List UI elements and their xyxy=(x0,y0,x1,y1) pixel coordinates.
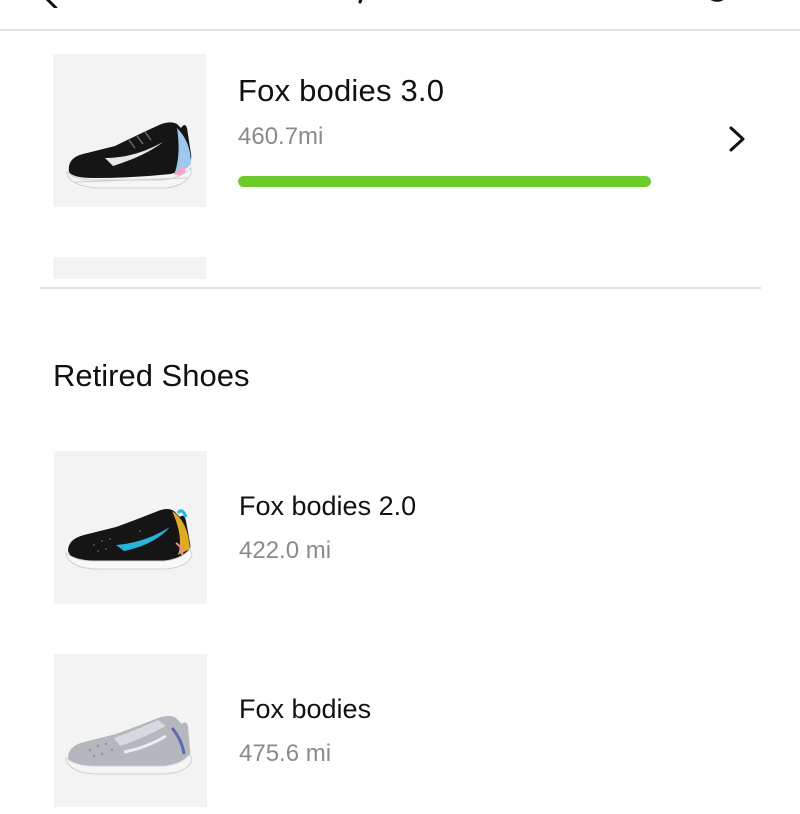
mileage-progress-bar xyxy=(238,176,651,187)
black-blue-shoe-icon xyxy=(65,509,193,570)
active-shoe-distance: 460.7mi xyxy=(238,123,324,150)
black-shoe-icon xyxy=(66,122,192,189)
grey-shoe-icon xyxy=(65,716,193,775)
retired-shoe-image xyxy=(54,451,207,604)
retired-shoe-image xyxy=(54,654,207,807)
section-divider xyxy=(40,287,761,289)
top-bar xyxy=(0,0,800,31)
retired-shoe-distance: 475.6 mi xyxy=(239,740,332,767)
retired-shoes-heading: Retired Shoes xyxy=(53,358,250,393)
chevron-left-icon[interactable] xyxy=(38,0,62,8)
retired-shoe-item[interactable]: Fox bodies 475.6 mi xyxy=(0,654,800,814)
active-shoe-image xyxy=(53,54,206,207)
next-shoe-image-partial xyxy=(53,257,206,279)
retired-shoe-name: Fox bodies xyxy=(239,694,372,724)
overflow-icon[interactable] xyxy=(706,0,732,6)
retired-shoe-name: Fox bodies 2.0 xyxy=(239,491,417,521)
active-shoe-name: Fox bodies 3.0 xyxy=(238,73,445,108)
chevron-right-icon[interactable] xyxy=(726,124,748,154)
title-fragment-glyph xyxy=(358,0,363,4)
mileage-progress-fill xyxy=(238,176,651,187)
active-shoe-card[interactable]: Fox bodies 3.0 460.7mi xyxy=(0,30,800,288)
retired-shoe-item[interactable]: Fox bodies 2.0 422.0 mi xyxy=(0,451,800,611)
retired-shoe-distance: 422.0 mi xyxy=(239,537,332,564)
